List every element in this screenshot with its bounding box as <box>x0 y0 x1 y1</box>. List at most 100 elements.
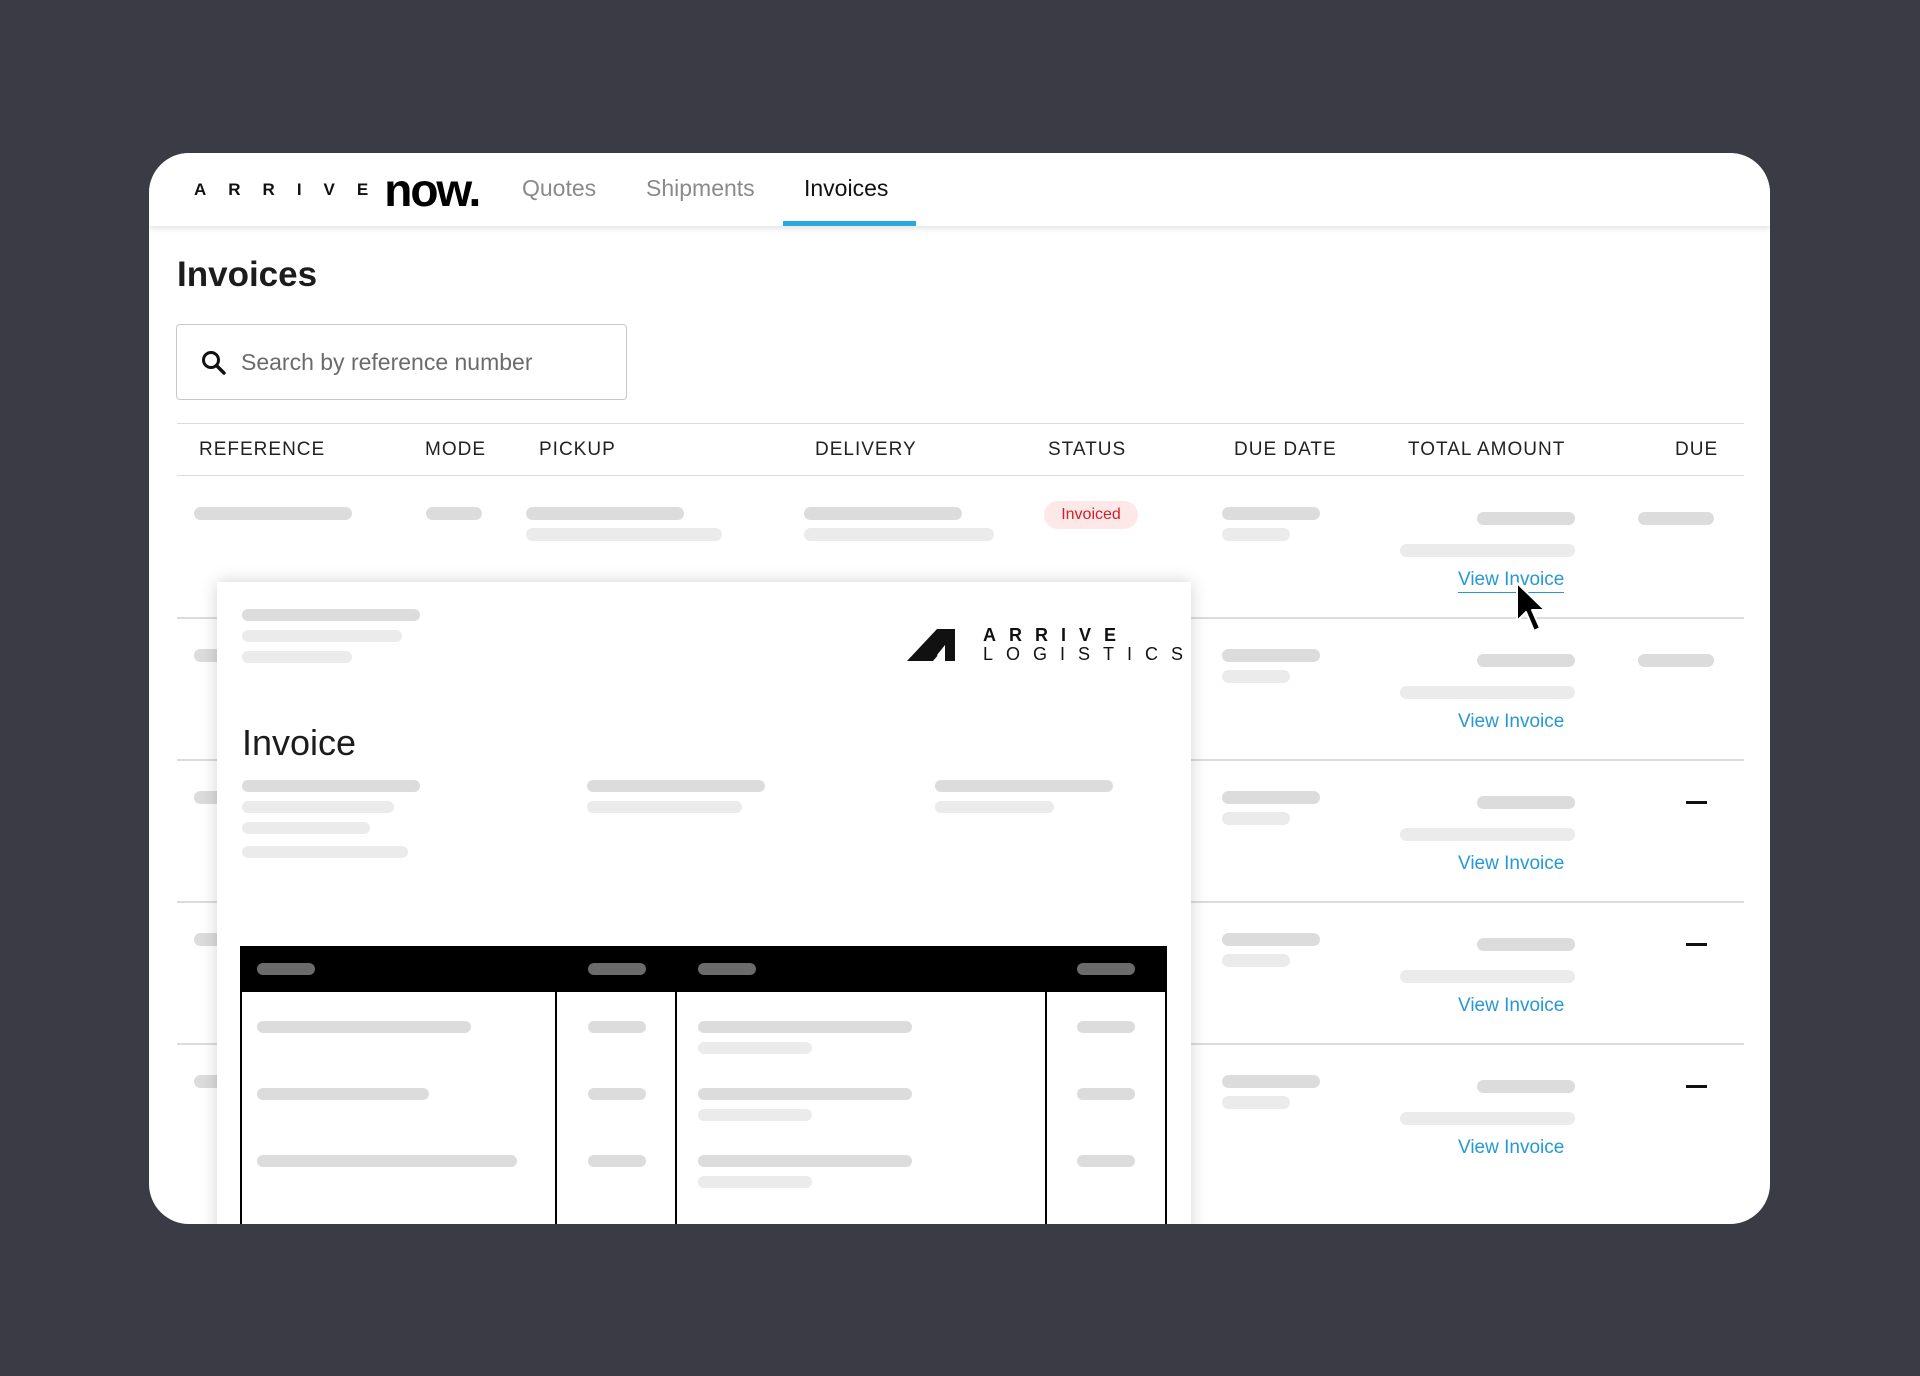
active-tab-indicator <box>783 221 916 226</box>
column-divider <box>1045 992 1047 1224</box>
arrive-logo-mark-icon <box>907 629 965 661</box>
top-nav: ARRIVE now. Quotes Shipments Invoices <box>149 153 1770 226</box>
placeholder-item2-amount <box>1077 1088 1135 1100</box>
placeholder-due-date-line2 <box>1222 954 1290 967</box>
search-input[interactable] <box>241 345 601 379</box>
placeholder-details-line1 <box>587 780 765 792</box>
placeholder-header-col3 <box>698 963 756 975</box>
placeholder-header-col4 <box>1077 963 1135 975</box>
placeholder-due-date-line1 <box>1222 791 1320 804</box>
placeholder-pickup-line1 <box>526 507 684 520</box>
view-invoice-link[interactable]: View Invoice <box>1458 995 1564 1017</box>
column-header-status[interactable]: STATUS <box>1048 439 1126 461</box>
placeholder-billto-line4 <box>242 846 408 858</box>
placeholder-item3-qty <box>588 1155 646 1167</box>
placeholder-due-date-line2 <box>1222 528 1290 541</box>
column-header-pickup[interactable]: PICKUP <box>539 439 616 461</box>
mouse-pointer-icon <box>1516 582 1546 632</box>
placeholder-item2-detail <box>698 1088 912 1100</box>
invoice-preview: ARRIVE LOGISTICS Invoice <box>217 582 1191 1224</box>
placeholder-due-date-line1 <box>1222 1075 1320 1088</box>
placeholder-billto-line2 <box>242 801 394 813</box>
view-invoice-link[interactable]: View Invoice <box>1458 711 1564 733</box>
search-box[interactable] <box>176 324 627 400</box>
tab-quotes[interactable]: Quotes <box>522 175 596 202</box>
logo-line2: LOGISTICS <box>983 644 1197 664</box>
due-empty-dash <box>1686 1085 1707 1088</box>
brand-word: ARRIVE <box>194 180 391 199</box>
search-icon <box>202 351 226 375</box>
invoice-title: Invoice <box>242 722 357 763</box>
column-header-reference[interactable]: REFERENCE <box>199 439 325 461</box>
column-header-total-amount[interactable]: TOTAL AMOUNT <box>1408 439 1565 461</box>
arrive-logistics-logo: ARRIVE LOGISTICS <box>907 626 1196 664</box>
placeholder-total-detail <box>1400 970 1575 983</box>
due-empty-dash <box>1686 943 1707 946</box>
brand-product: now. <box>384 164 481 216</box>
placeholder-total-amount <box>1477 1080 1575 1093</box>
logo-line1: ARRIVE <box>983 625 1130 645</box>
placeholder-item1-qty <box>588 1021 646 1033</box>
tab-invoices[interactable]: Invoices <box>804 175 888 202</box>
placeholder-total-amount <box>1477 796 1575 809</box>
placeholder-delivery-line2 <box>804 528 994 541</box>
placeholder-sender-line3 <box>242 651 352 663</box>
placeholder-total-amount <box>1477 654 1575 667</box>
placeholder-due <box>1638 654 1714 667</box>
column-header-due[interactable]: DUE <box>1675 439 1718 461</box>
placeholder-total-detail <box>1400 544 1575 557</box>
placeholder-due-date-line2 <box>1222 670 1290 683</box>
placeholder-mode <box>426 507 482 520</box>
column-header-delivery[interactable]: DELIVERY <box>815 439 917 461</box>
column-divider <box>675 992 677 1224</box>
placeholder-due-date-line2 <box>1222 812 1290 825</box>
column-divider <box>555 992 557 1224</box>
status-badge: Invoiced <box>1044 501 1138 529</box>
table-header: REFERENCE MODE PICKUP DELIVERY STATUS DU… <box>177 423 1744 476</box>
placeholder-item2-qty <box>588 1088 646 1100</box>
placeholder-total-amount <box>1477 512 1575 525</box>
placeholder-item3-detail <box>698 1155 912 1167</box>
placeholder-billto-line1 <box>242 780 420 792</box>
placeholder-total-detail <box>1400 1112 1575 1125</box>
placeholder-pickup-line2 <box>526 528 722 541</box>
column-header-due-date[interactable]: DUE DATE <box>1234 439 1337 461</box>
placeholder-item2-desc <box>257 1088 429 1100</box>
placeholder-item1-desc <box>257 1021 471 1033</box>
page-title: Invoices <box>177 255 318 294</box>
placeholder-details-line2 <box>587 801 742 813</box>
placeholder-due-date-line1 <box>1222 507 1320 520</box>
placeholder-header-col2 <box>588 963 646 975</box>
due-empty-dash <box>1686 801 1707 804</box>
column-header-mode[interactable]: MODE <box>425 439 486 461</box>
placeholder-due-date-line1 <box>1222 649 1320 662</box>
placeholder-item3-desc <box>257 1155 517 1167</box>
placeholder-billto-line3 <box>242 822 370 834</box>
placeholder-total-amount <box>1477 938 1575 951</box>
view-invoice-link[interactable]: View Invoice <box>1458 1137 1564 1159</box>
placeholder-delivery-line1 <box>804 507 962 520</box>
placeholder-item2-detail2 <box>698 1109 812 1121</box>
placeholder-due-date-line1 <box>1222 933 1320 946</box>
placeholder-item3-amount <box>1077 1155 1135 1167</box>
placeholder-header-col1 <box>257 963 315 975</box>
placeholder-totals-line2 <box>935 801 1054 813</box>
placeholder-sender-line2 <box>242 630 402 642</box>
app-window: ARRIVE now. Quotes Shipments Invoices In… <box>149 153 1770 1224</box>
placeholder-sender-line1 <box>242 609 420 621</box>
placeholder-due-date-line2 <box>1222 1096 1290 1109</box>
view-invoice-link[interactable]: View Invoice <box>1458 853 1564 875</box>
placeholder-reference <box>194 507 352 520</box>
placeholder-item1-detail2 <box>698 1042 812 1054</box>
invoice-table-header <box>242 946 1165 992</box>
tab-shipments[interactable]: Shipments <box>646 175 755 202</box>
placeholder-due <box>1638 512 1714 525</box>
brand-logo[interactable]: ARRIVE now. <box>194 164 481 216</box>
invoice-line-items-table <box>240 946 1167 1224</box>
placeholder-total-detail <box>1400 828 1575 841</box>
placeholder-item3-detail2 <box>698 1176 812 1188</box>
placeholder-total-detail <box>1400 686 1575 699</box>
placeholder-item1-amount <box>1077 1021 1135 1033</box>
placeholder-totals-line1 <box>935 780 1113 792</box>
placeholder-item1-detail <box>698 1021 912 1033</box>
